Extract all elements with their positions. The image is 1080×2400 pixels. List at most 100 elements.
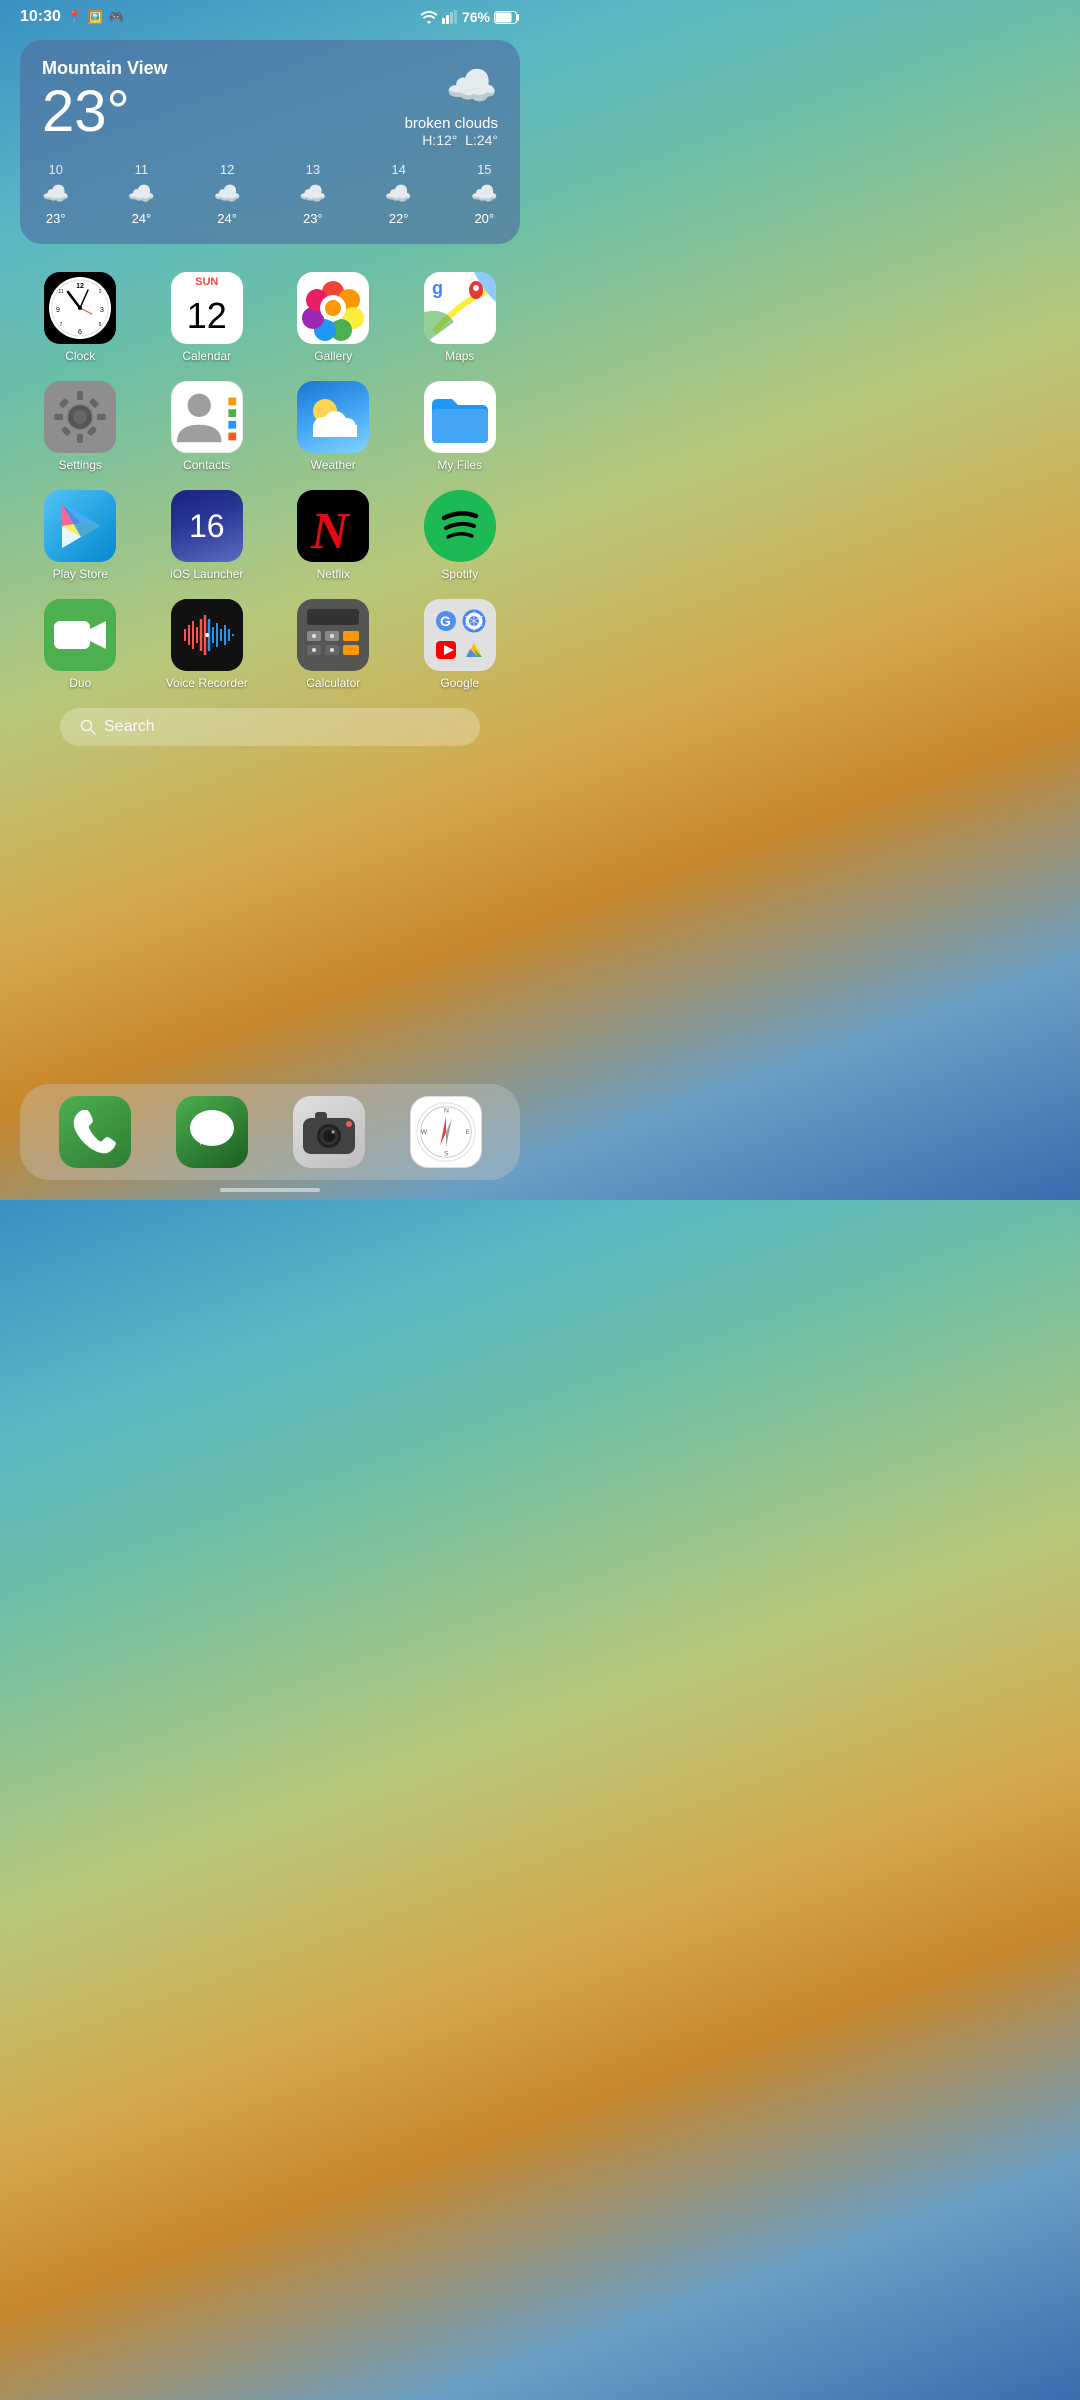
svg-text:3: 3 bbox=[100, 307, 104, 314]
app-maps-label: Maps bbox=[445, 349, 474, 363]
weather-app-icon bbox=[297, 381, 369, 453]
app-spotify[interactable]: Spotify bbox=[402, 490, 519, 581]
app-playstore-label: Play Store bbox=[53, 567, 108, 581]
app-netflix-label: Netflix bbox=[317, 567, 350, 581]
status-right: 76% bbox=[420, 9, 520, 25]
app-settings[interactable]: Settings bbox=[22, 381, 139, 472]
forecast-day-15: 15 ☁️ 20° bbox=[471, 162, 498, 226]
time: 10:30 bbox=[20, 8, 61, 26]
dock-safari[interactable]: N S E W bbox=[410, 1096, 482, 1168]
forecast-day-11: 11 ☁️ 24° bbox=[128, 162, 155, 226]
app-myfiles[interactable]: My Files bbox=[402, 381, 519, 472]
signal-icon bbox=[442, 10, 458, 24]
app-voice-recorder-label: Voice Recorder bbox=[166, 676, 248, 690]
app-ios-launcher[interactable]: 16 iOS Launcher bbox=[149, 490, 266, 581]
app-weather-label: Weather bbox=[311, 458, 356, 472]
svg-text:G: G bbox=[440, 613, 451, 629]
weather-condition: broken clouds bbox=[405, 115, 498, 132]
svg-text:5: 5 bbox=[99, 322, 102, 328]
app-contacts-label: Contacts bbox=[183, 458, 230, 472]
forecast-day-10: 10 ☁️ 23° bbox=[42, 162, 69, 226]
settings-icon bbox=[44, 381, 116, 453]
weather-cloud-icon: ☁️ bbox=[405, 62, 498, 111]
dock-phone[interactable] bbox=[59, 1096, 131, 1168]
myfiles-icon bbox=[424, 381, 496, 453]
wifi-icon bbox=[420, 10, 438, 24]
app-calendar[interactable]: SUN 12 Calendar bbox=[149, 272, 266, 363]
safari-icon: N S E W bbox=[410, 1096, 482, 1168]
dock-camera[interactable] bbox=[293, 1096, 365, 1168]
forecast-day-14: 14 ☁️ 22° bbox=[385, 162, 412, 226]
app-voice-recorder[interactable]: Voice Recorder bbox=[149, 599, 266, 690]
svg-text:N: N bbox=[310, 503, 351, 560]
google-icon: G bbox=[424, 599, 496, 671]
gallery-icon bbox=[297, 272, 369, 344]
search-icon bbox=[80, 719, 96, 735]
phone-icon bbox=[59, 1096, 131, 1168]
app-gallery[interactable]: Gallery bbox=[275, 272, 392, 363]
forecast-day-13: 13 ☁️ 23° bbox=[299, 162, 326, 226]
weather-left: Mountain View 23° bbox=[42, 58, 168, 141]
weather-temp: 23° bbox=[42, 83, 168, 141]
app-playstore[interactable]: Play Store bbox=[22, 490, 139, 581]
app-calculator-label: Calculator bbox=[306, 676, 360, 690]
location-icon: 📍 bbox=[67, 10, 82, 24]
svg-text:12: 12 bbox=[76, 283, 84, 290]
weather-forecast: 10 ☁️ 23° 11 ☁️ 24° 12 ☁️ 24° 13 ☁️ 23° … bbox=[42, 162, 498, 226]
spotify-icon bbox=[424, 490, 496, 562]
app-clock[interactable]: 12 3 6 9 1 5 11 7 Clock bbox=[22, 272, 139, 363]
dock-messages[interactable] bbox=[176, 1096, 248, 1168]
battery-level: 76% bbox=[462, 9, 490, 25]
weather-widget[interactable]: Mountain View 23° ☁️ broken clouds H:12°… bbox=[20, 40, 520, 244]
status-left: 10:30 📍 🖼️ 🎮 bbox=[20, 8, 124, 26]
app-settings-label: Settings bbox=[59, 458, 102, 472]
contacts-icon bbox=[171, 381, 243, 453]
app-gallery-label: Gallery bbox=[314, 349, 352, 363]
dock: N S E W bbox=[20, 1084, 520, 1180]
svg-text:1: 1 bbox=[99, 289, 102, 295]
app-myfiles-label: My Files bbox=[437, 458, 482, 472]
svg-text:11: 11 bbox=[59, 289, 64, 295]
svg-text:E: E bbox=[465, 1129, 470, 1136]
clock-face-svg: 12 3 6 9 1 5 11 7 bbox=[50, 278, 110, 338]
netflix-icon: N bbox=[297, 490, 369, 562]
ios-launcher-icon: 16 bbox=[171, 490, 243, 562]
app-calculator[interactable]: Calculator bbox=[275, 599, 392, 690]
app-duo[interactable]: Duo bbox=[22, 599, 139, 690]
svg-text:N: N bbox=[444, 1108, 449, 1115]
playstore-icon bbox=[44, 490, 116, 562]
battery-icon bbox=[494, 11, 520, 24]
photo-icon: 🖼️ bbox=[88, 10, 103, 24]
calculator-icon bbox=[297, 599, 369, 671]
activity-icon: 🎮 bbox=[109, 10, 124, 24]
weather-highlow: H:12° L:24° bbox=[405, 132, 498, 148]
weather-right: ☁️ broken clouds H:12° L:24° bbox=[405, 58, 498, 148]
app-spotify-label: Spotify bbox=[441, 567, 478, 581]
ios-launcher-number: 16 bbox=[189, 508, 225, 545]
messages-icon bbox=[176, 1096, 248, 1168]
svg-text:7: 7 bbox=[60, 322, 63, 328]
app-contacts[interactable]: Contacts bbox=[149, 381, 266, 472]
forecast-day-12: 12 ☁️ 24° bbox=[213, 162, 240, 226]
status-bar: 10:30 📍 🖼️ 🎮 76% bbox=[0, 0, 540, 30]
app-duo-label: Duo bbox=[69, 676, 91, 690]
weather-top: Mountain View 23° ☁️ broken clouds H:12°… bbox=[42, 58, 498, 148]
voice-recorder-icon bbox=[171, 599, 243, 671]
app-maps[interactable]: g Maps bbox=[402, 272, 519, 363]
app-grid-row3: Play Store 16 iOS Launcher N Netflix Spo… bbox=[0, 482, 540, 581]
app-weather[interactable]: Weather bbox=[275, 381, 392, 472]
app-clock-label: Clock bbox=[65, 349, 95, 363]
app-ios-launcher-label: iOS Launcher bbox=[170, 567, 243, 581]
weather-city: Mountain View bbox=[42, 58, 168, 79]
svg-text:9: 9 bbox=[56, 307, 60, 314]
home-indicator bbox=[220, 1188, 320, 1192]
app-google[interactable]: G Google bbox=[402, 599, 519, 690]
app-grid-row4: Duo bbox=[0, 591, 540, 690]
svg-text:W: W bbox=[420, 1129, 427, 1136]
app-netflix[interactable]: N Netflix bbox=[275, 490, 392, 581]
maps-icon: g bbox=[424, 272, 496, 344]
duo-icon bbox=[44, 599, 116, 671]
svg-text:6: 6 bbox=[78, 329, 82, 336]
calendar-date-label: 12 bbox=[171, 288, 243, 344]
search-bar[interactable]: Search bbox=[60, 708, 480, 746]
